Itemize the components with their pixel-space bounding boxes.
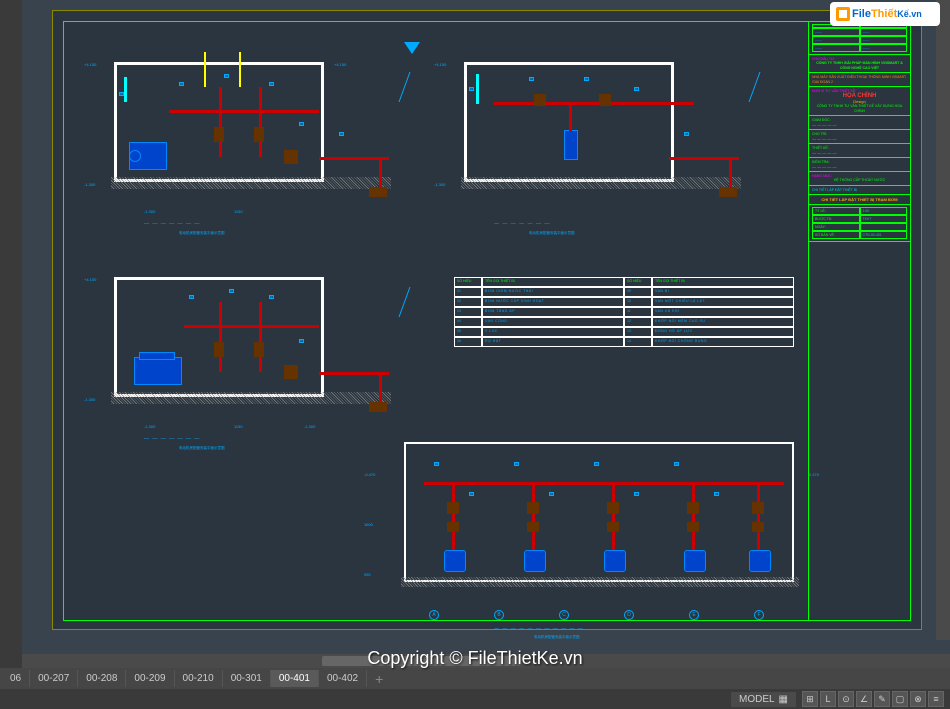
tb-drawing-title: CHI TIẾT LẮP ĐẶT THIẾT BỊ TRẠM BƠM [812, 197, 907, 202]
status-menu-button[interactable]: ≡ [928, 691, 944, 707]
scrollbar-thumb[interactable] [322, 656, 522, 666]
layout-tabs-bar: 06 00-207 00-208 00-209 00-210 00-301 00… [0, 668, 950, 689]
watermark-logo: FileThiếtKế.vn [830, 2, 940, 26]
status-track-button[interactable]: ✎ [874, 691, 890, 707]
tb-subcategory: CHI TIẾT LẮP ĐẶT THIẾT BỊ [812, 188, 907, 192]
status-polar-button[interactable]: ⊙ [838, 691, 854, 707]
layout-tab[interactable]: 00-207 [30, 670, 78, 687]
status-lwt-button[interactable]: ▢ [892, 691, 908, 707]
elevation-view: 01 02 03 04 05 06 07 08 -0.470 1600 950 … [374, 422, 804, 612]
tb-category: HỆ THỐNG CẤP THOÁT NƯỚC [812, 178, 907, 183]
status-snap-button[interactable]: ⊞ [802, 691, 818, 707]
status-qp-button[interactable]: ⊗ [910, 691, 926, 707]
vertical-scrollbar[interactable] [936, 0, 950, 640]
layout-tab[interactable]: 00-402 [319, 670, 367, 687]
generator [134, 357, 182, 385]
titleblock: — —— — — —— — — —— — CHỦ ĐẦU TƯ: CÔNG TY… [808, 22, 910, 620]
sheet-border: — —— — — —— — — —— — CHỦ ĐẦU TƯ: CÔNG TY… [63, 21, 911, 621]
section-view-3: 01 02 03 04 +4.150 -1.300 -1.300 1150 -1… [84, 247, 404, 437]
pump-2 [564, 130, 578, 160]
status-osnap-button[interactable]: ∠ [856, 691, 872, 707]
grid-icon: ▦ [779, 694, 788, 705]
tb-owner: CÔNG TY TNHH GIẢI PHÁP MÀN HÌNH VINSMART… [812, 61, 907, 70]
layout-tab[interactable]: 00-301 [223, 670, 271, 687]
model-space-button[interactable]: MODEL ▦ [731, 692, 796, 707]
layout-tab[interactable]: 00-208 [78, 670, 126, 687]
status-bar: MODEL ▦ ⊞ L ⊙ ∠ ✎ ▢ ⊗ ≡ [0, 689, 950, 709]
layout-tab-active[interactable]: 00-401 [271, 670, 319, 687]
tb-project: NHÀ MÁY SẢN XUẤT ĐIỆN THOẠI THÔNG MINH V… [812, 75, 907, 84]
drawing-sheet: — —— — — —— — — —— — CHỦ ĐẦU TƯ: CÔNG TY… [52, 10, 922, 630]
layout-tab[interactable]: 00-209 [126, 670, 174, 687]
equipment-schedule: SỐ HIỆU TÊN GỌI THIẾT BỊ SỐ HIỆU TÊN GỌI… [454, 277, 794, 347]
section-view-1: 01 02 03 04 05 06 +4.150 -1.300 +4.150 -… [84, 32, 404, 222]
layout-tab[interactable]: 06 [2, 670, 30, 687]
left-ruler [0, 0, 22, 668]
section-view-2: 01 02 03 04 05 +4.150 -1.300 — — — — — —… [434, 32, 754, 222]
add-layout-button[interactable]: + [367, 668, 391, 690]
horizontal-scrollbar[interactable] [22, 654, 950, 668]
canvas-area[interactable]: — —— — — —— — — —— — CHỦ ĐẦU TƯ: CÔNG TY… [22, 0, 950, 668]
logo-icon [834, 5, 852, 23]
layout-tab[interactable]: 00-210 [175, 670, 223, 687]
tb-brand-desc: CÔNG TY TNHH TƯ VẤN THIẾT KẾ XÂY DỰNG HỌ… [812, 104, 907, 113]
status-ortho-button[interactable]: L [820, 691, 836, 707]
